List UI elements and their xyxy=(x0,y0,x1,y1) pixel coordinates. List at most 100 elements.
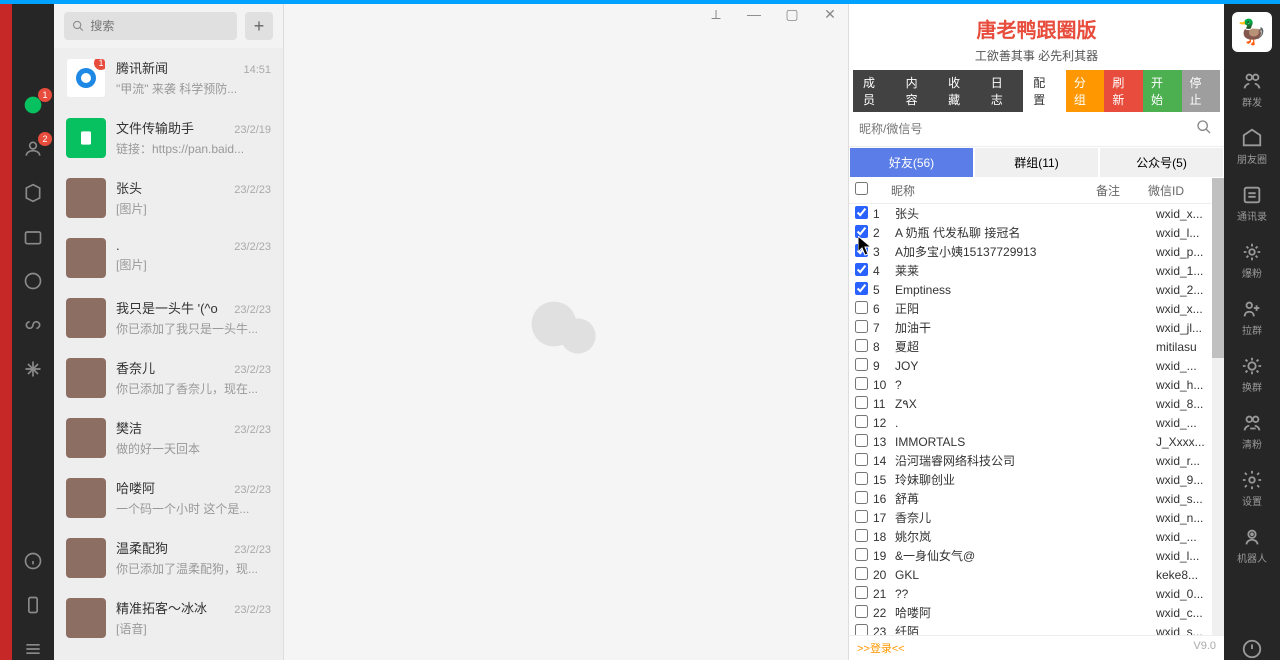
select-all-checkbox[interactable] xyxy=(855,182,868,195)
right-nav-item[interactable]: 通讯录 xyxy=(1237,184,1267,223)
maximize-icon[interactable]: ▢ xyxy=(782,6,802,23)
tab-content[interactable]: 内容 xyxy=(896,70,939,112)
stop-button[interactable]: 停止 xyxy=(1182,70,1221,112)
row-checkbox[interactable] xyxy=(855,605,868,618)
refresh-button[interactable]: 刷新 xyxy=(1104,70,1143,112)
row-checkbox[interactable] xyxy=(855,453,868,466)
right-nav-item[interactable]: 设置 xyxy=(1241,469,1263,508)
table-row[interactable]: 16舒苒wxid_s... xyxy=(849,489,1224,508)
row-checkbox[interactable] xyxy=(855,339,868,352)
table-row[interactable]: 15玲妹聊创业wxid_9... xyxy=(849,470,1224,489)
table-row[interactable]: 21??wxid_0... xyxy=(849,584,1224,603)
table-row[interactable]: 18姚尔岚wxid_... xyxy=(849,527,1224,546)
table-row[interactable]: 2A 奶瓶 代发私聊 接冠名wxid_l... xyxy=(849,223,1224,242)
contacts-icon[interactable]: 2 xyxy=(22,138,44,160)
filter-search-icon[interactable] xyxy=(1190,119,1218,140)
row-checkbox[interactable] xyxy=(855,206,868,219)
menu-icon[interactable] xyxy=(22,638,44,660)
table-row[interactable]: 14沿河瑞睿网络科技公司wxid_r... xyxy=(849,451,1224,470)
start-button[interactable]: 开始 xyxy=(1143,70,1182,112)
table-row[interactable]: 10?wxid_h... xyxy=(849,375,1224,394)
right-nav-item[interactable]: 爆粉 xyxy=(1241,241,1263,280)
table-row[interactable]: 4莱莱wxid_1... xyxy=(849,261,1224,280)
row-checkbox[interactable] xyxy=(855,282,868,295)
chat-item[interactable]: 我只是一头牛 '(^o23/2/23你已添加了我只是一头牛... xyxy=(54,288,283,348)
row-checkbox[interactable] xyxy=(855,548,868,561)
subtab-groups[interactable]: 群组(11) xyxy=(974,147,1099,178)
tab-favorites[interactable]: 收藏 xyxy=(938,70,981,112)
right-nav-item[interactable]: 朋友圈 xyxy=(1237,127,1267,166)
table-row[interactable]: 11Z٩Xwxid_8... xyxy=(849,394,1224,413)
search-box[interactable] xyxy=(64,12,237,40)
row-checkbox[interactable] xyxy=(855,491,868,504)
table-row[interactable]: 19&一身仙女气@wxid_l... xyxy=(849,546,1224,565)
row-checkbox[interactable] xyxy=(855,510,868,523)
row-checkbox[interactable] xyxy=(855,320,868,333)
chat-item[interactable]: 香奈儿23/2/23你已添加了香奈儿，现在... xyxy=(54,348,283,408)
minimize-icon[interactable]: — xyxy=(744,6,764,23)
chat-item[interactable]: 张头23/2/23[图片] xyxy=(54,168,283,228)
miniprogram-icon[interactable] xyxy=(22,314,44,336)
chat-item[interactable]: 精准拓客～冰冰23/2/23[语音] xyxy=(54,588,283,648)
table-row[interactable]: 5Emptinesswxid_2... xyxy=(849,280,1224,299)
info-icon[interactable] xyxy=(22,550,44,572)
phone-icon[interactable] xyxy=(22,594,44,616)
add-button[interactable]: + xyxy=(245,12,273,40)
chat-item[interactable]: 哈喽阿23/2/23一个码一个小时 这个是... xyxy=(54,468,283,528)
power-icon[interactable] xyxy=(1241,638,1263,660)
search-input[interactable] xyxy=(90,19,229,33)
star-icon[interactable] xyxy=(22,358,44,380)
chat-item[interactable]: 1腾讯新闻14:51"甲流" 来袭 科学预防... xyxy=(54,48,283,108)
folder-icon[interactable] xyxy=(22,226,44,248)
scrollbar-thumb[interactable] xyxy=(1212,178,1224,358)
subtab-friends[interactable]: 好友(56) xyxy=(849,147,974,178)
right-nav-item[interactable]: 换群 xyxy=(1241,355,1263,394)
chat-item[interactable]: 文件传输助手23/2/19链接：https://pan.baid... xyxy=(54,108,283,168)
row-checkbox[interactable] xyxy=(855,624,868,636)
login-link[interactable]: >>登录<< xyxy=(857,640,905,656)
row-checkbox[interactable] xyxy=(855,358,868,371)
table-row[interactable]: 7加油干wxid_jl... xyxy=(849,318,1224,337)
close-icon[interactable]: ✕ xyxy=(820,6,840,23)
row-checkbox[interactable] xyxy=(855,263,868,276)
tab-config[interactable]: 配置 xyxy=(1023,70,1066,112)
table-row[interactable]: 17香奈儿wxid_n... xyxy=(849,508,1224,527)
row-checkbox[interactable] xyxy=(855,529,868,542)
table-row[interactable]: 13IMMORTALSJ_Xxxx... xyxy=(849,432,1224,451)
table-row[interactable]: 8夏超mitilasu xyxy=(849,337,1224,356)
table-row[interactable]: 23纤陌wxid_s... xyxy=(849,622,1224,635)
row-checkbox[interactable] xyxy=(855,434,868,447)
right-nav-item[interactable]: 清粉 xyxy=(1241,412,1263,451)
row-checkbox[interactable] xyxy=(855,472,868,485)
table-row[interactable]: 20GKLkeke8... xyxy=(849,565,1224,584)
subtab-public[interactable]: 公众号(5) xyxy=(1099,147,1224,178)
filter-input[interactable] xyxy=(855,118,1190,140)
table-row[interactable]: 1张头wxid_x... xyxy=(849,204,1224,223)
row-checkbox[interactable] xyxy=(855,586,868,599)
table-row[interactable]: 3A加多宝小姨15137729913wxid_p... xyxy=(849,242,1224,261)
chat-icon[interactable]: 1 xyxy=(22,94,44,116)
row-checkbox[interactable] xyxy=(855,396,868,409)
cube-icon[interactable] xyxy=(22,182,44,204)
table-row[interactable]: 6正阳wxid_x... xyxy=(849,299,1224,318)
right-nav-item[interactable]: 群发 xyxy=(1241,70,1263,109)
row-checkbox[interactable] xyxy=(855,567,868,580)
row-checkbox[interactable] xyxy=(855,244,868,257)
group-button[interactable]: 分组 xyxy=(1066,70,1105,112)
pin-icon[interactable]: ⟂ xyxy=(706,6,726,23)
right-nav-item[interactable]: 机器人 xyxy=(1237,526,1267,565)
right-nav-item[interactable]: 拉群 xyxy=(1241,298,1263,337)
row-checkbox[interactable] xyxy=(855,301,868,314)
row-checkbox[interactable] xyxy=(855,415,868,428)
moments-icon[interactable] xyxy=(22,270,44,292)
row-checkbox[interactable] xyxy=(855,225,868,238)
tab-logs[interactable]: 日志 xyxy=(981,70,1024,112)
table-row[interactable]: 9JOYwxid_... xyxy=(849,356,1224,375)
chat-item[interactable]: 温柔配狗23/2/23你已添加了温柔配狗，现... xyxy=(54,528,283,588)
row-checkbox[interactable] xyxy=(855,377,868,390)
table-row[interactable]: 12.wxid_... xyxy=(849,413,1224,432)
chat-item[interactable]: .23/2/23[图片] xyxy=(54,228,283,288)
table-row[interactable]: 22哈喽阿wxid_c... xyxy=(849,603,1224,622)
chat-item[interactable]: 樊洁23/2/23做的好一天回本 xyxy=(54,408,283,468)
tab-members[interactable]: 成员 xyxy=(853,70,896,112)
